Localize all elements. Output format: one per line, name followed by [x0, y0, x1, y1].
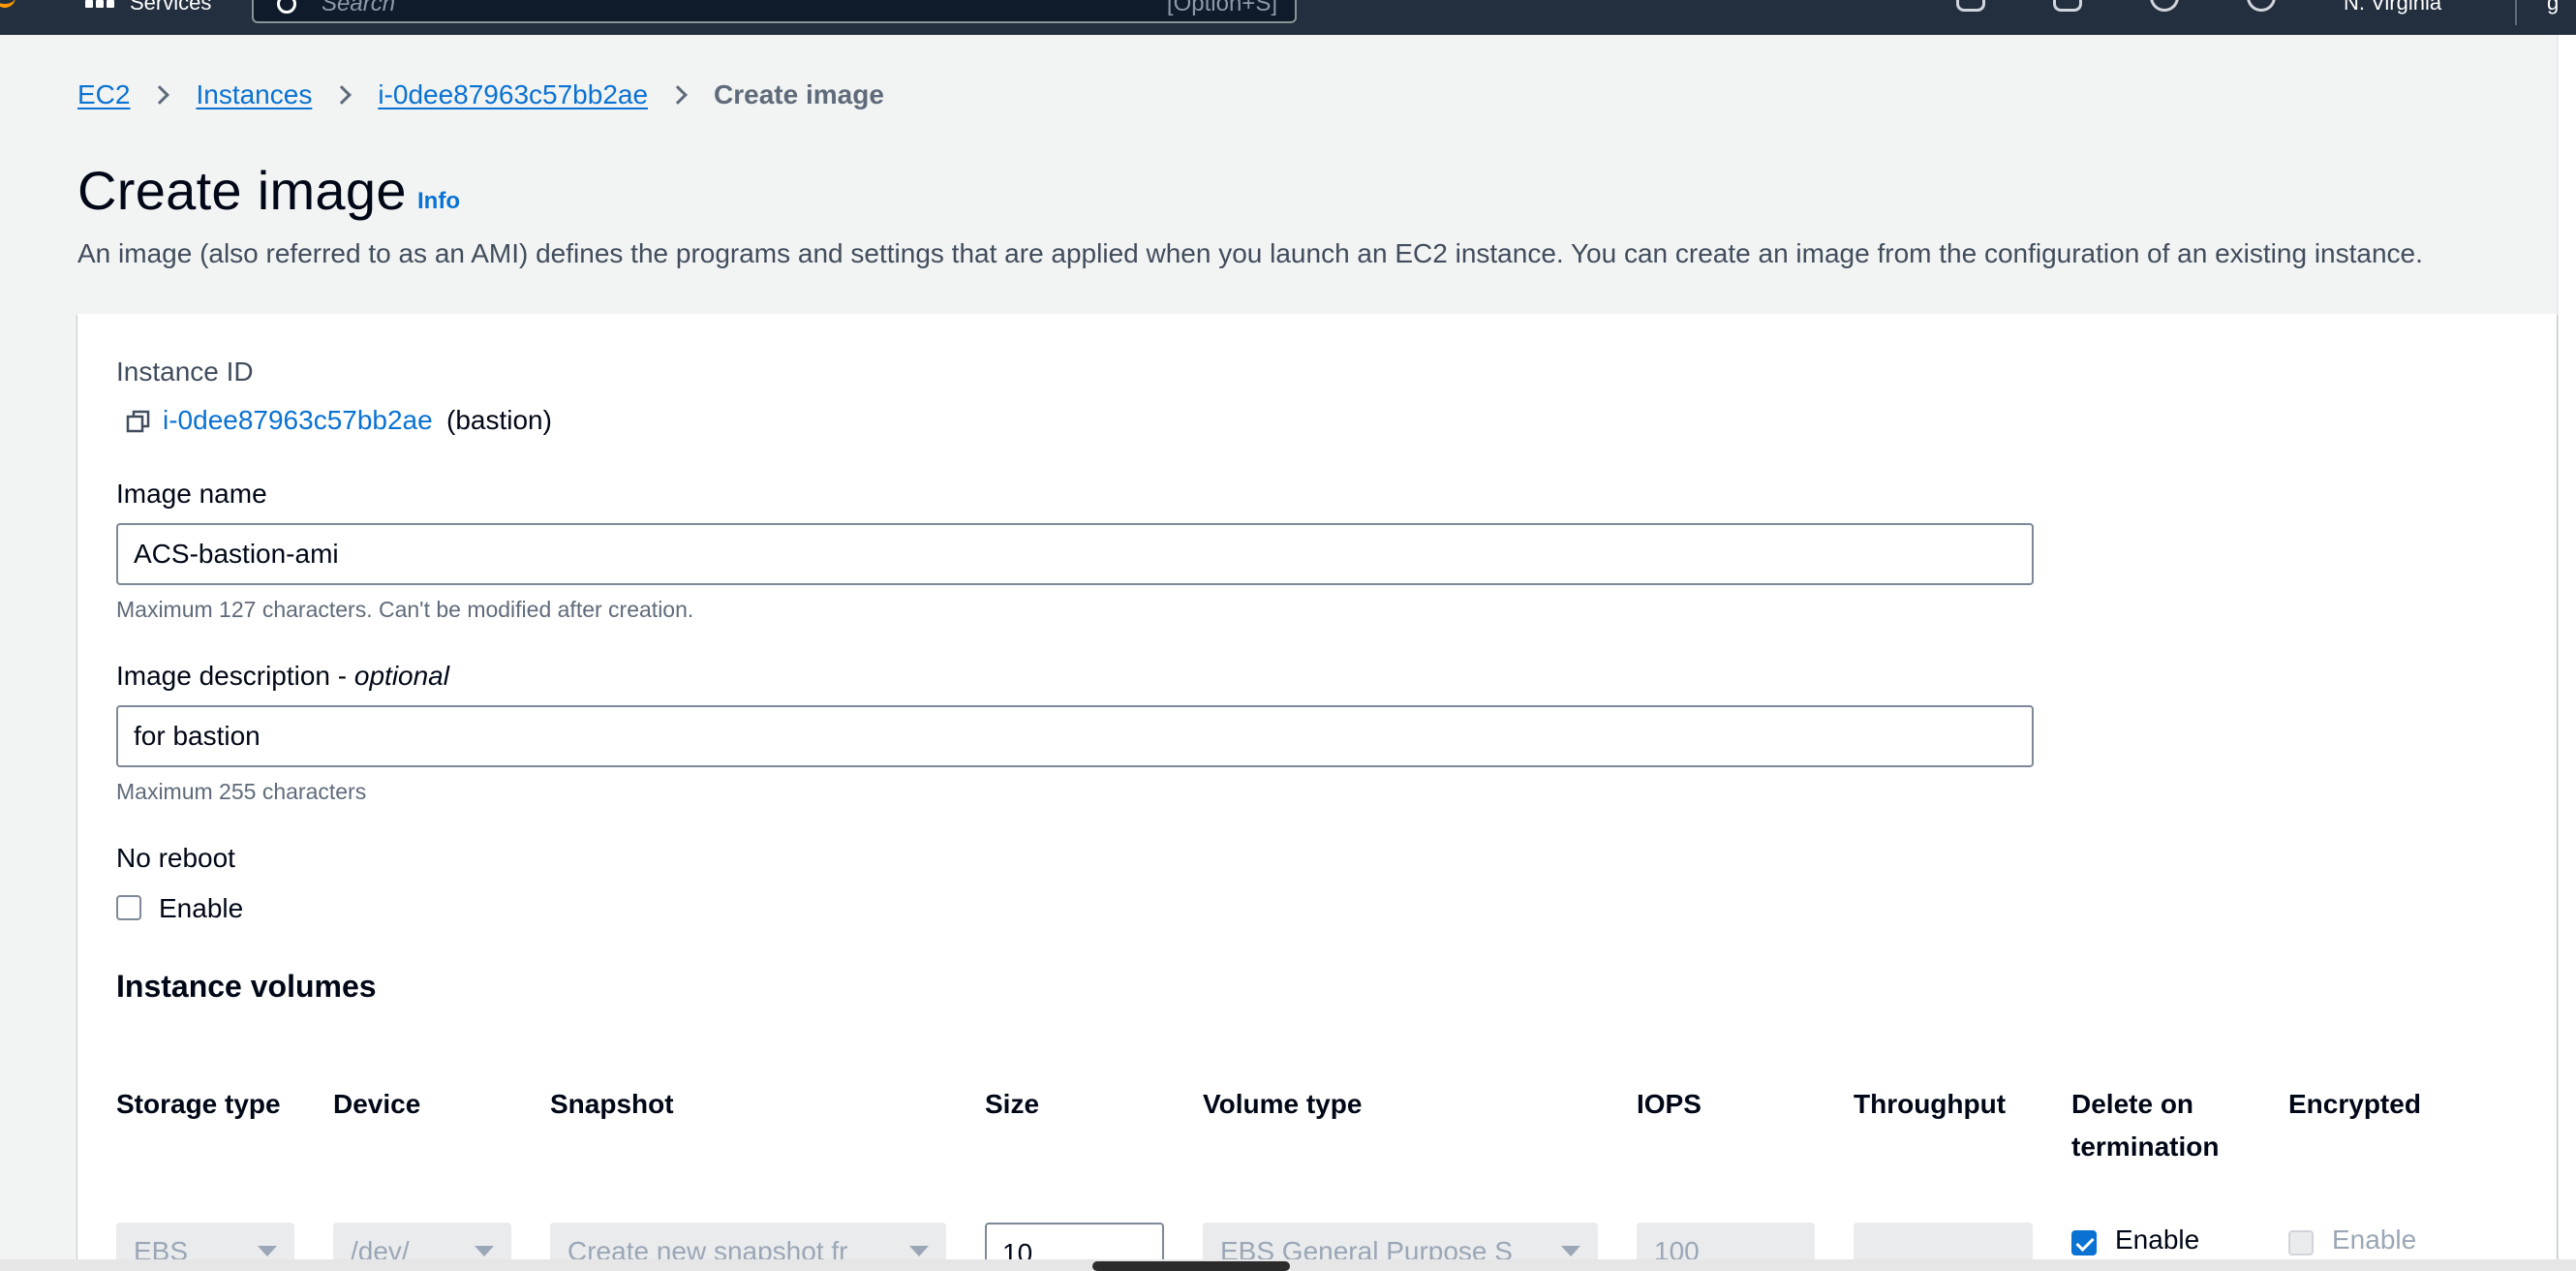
breadcrumb-instances-link[interactable]: Instances	[196, 79, 312, 110]
copy-icon[interactable]	[126, 409, 151, 434]
right-panel-edge	[2557, 35, 2576, 1271]
column-header-device: Device	[333, 1089, 421, 1119]
instance-id-label: Instance ID	[116, 356, 254, 387]
column-header-iops: IOPS	[1637, 1089, 1702, 1119]
top-navigation-bar: Services Search [Option+S] N. Virginia g	[0, 0, 2576, 35]
region-selector[interactable]: N. Virginia	[2344, 0, 2441, 16]
delete-on-termination-label[interactable]: Enable	[2115, 1224, 2199, 1256]
breadcrumb-ec2-link[interactable]: EC2	[77, 79, 130, 110]
encrypted-checkbox	[2288, 1230, 2314, 1256]
global-search-input[interactable]: Search [Option+S]	[252, 0, 1297, 23]
column-header-storage-type: Storage type	[116, 1089, 281, 1119]
caret-down-icon	[909, 1246, 929, 1256]
image-description-label: Image description - optional	[116, 661, 449, 692]
page-description: An image (also referred to as an AMI) de…	[77, 238, 2423, 268]
no-reboot-checkbox-label[interactable]: Enable	[159, 893, 243, 924]
column-header-throughput: Throughput	[1854, 1089, 2007, 1119]
breadcrumb: EC2 Instances i-0dee87963c57bb2ae Create…	[77, 76, 884, 114]
chevron-right-icon	[668, 85, 688, 105]
no-reboot-label: No reboot	[116, 843, 235, 873]
image-name-label: Image name	[116, 479, 267, 509]
notifications-bell-icon[interactable]	[2053, 0, 2082, 12]
image-description-label-text: Image description -	[116, 661, 354, 691]
image-description-input[interactable]	[116, 705, 2034, 767]
column-header-delete-on-line1: Delete on	[2071, 1089, 2194, 1119]
instance-volumes-title: Instance volumes	[116, 969, 377, 1004]
delete-on-termination-checkbox[interactable]	[2071, 1230, 2097, 1256]
column-header-snapshot: Snapshot	[550, 1089, 674, 1119]
search-shortcut-hint: [Option+S]	[1166, 0, 1277, 16]
chevron-right-icon	[150, 85, 170, 105]
scrollbar-thumb[interactable]	[1092, 1261, 1290, 1271]
encrypted-label: Enable	[2332, 1224, 2417, 1255]
search-icon	[277, 0, 296, 14]
aws-logo-icon[interactable]	[0, 0, 15, 8]
image-name-input[interactable]	[116, 523, 2034, 585]
breadcrumb-current: Create image	[714, 79, 884, 109]
page-title: Create image	[77, 160, 407, 221]
info-link[interactable]: Info	[417, 188, 460, 215]
column-header-encrypted: Encrypted	[2288, 1089, 2421, 1119]
column-header-size: Size	[985, 1089, 1040, 1119]
column-header-delete-on-termination: Delete on termination	[2071, 1083, 2219, 1168]
image-description-hint: Maximum 255 characters	[116, 779, 367, 804]
cloudshell-icon[interactable]	[1956, 0, 1985, 12]
instance-id-link[interactable]: i-0dee87963c57bb2ae	[163, 405, 433, 436]
settings-gear-icon[interactable]	[2247, 0, 2276, 12]
optional-tag: optional	[353, 661, 449, 691]
caret-down-icon	[1561, 1246, 1580, 1256]
horizontal-scrollbar[interactable]	[0, 1259, 2576, 1271]
services-grid-icon[interactable]	[85, 0, 114, 12]
nav-divider	[2515, 0, 2517, 25]
no-reboot-checkbox[interactable]	[116, 895, 141, 920]
column-header-volume-type: Volume type	[1203, 1089, 1363, 1119]
instance-name: (bastion)	[446, 405, 552, 435]
breadcrumb-instance-link[interactable]: i-0dee87963c57bb2ae	[378, 79, 648, 110]
chevron-right-icon	[332, 85, 353, 105]
search-placeholder: Search	[322, 0, 396, 16]
help-icon[interactable]	[2150, 0, 2179, 12]
services-menu-button[interactable]: Services	[130, 0, 211, 16]
caret-down-icon	[475, 1246, 494, 1256]
caret-down-icon	[258, 1246, 277, 1256]
account-menu[interactable]: g	[2547, 0, 2559, 16]
image-name-hint: Maximum 127 characters. Can't be modifie…	[116, 597, 694, 622]
column-header-delete-on-line2: termination	[2071, 1132, 2220, 1162]
